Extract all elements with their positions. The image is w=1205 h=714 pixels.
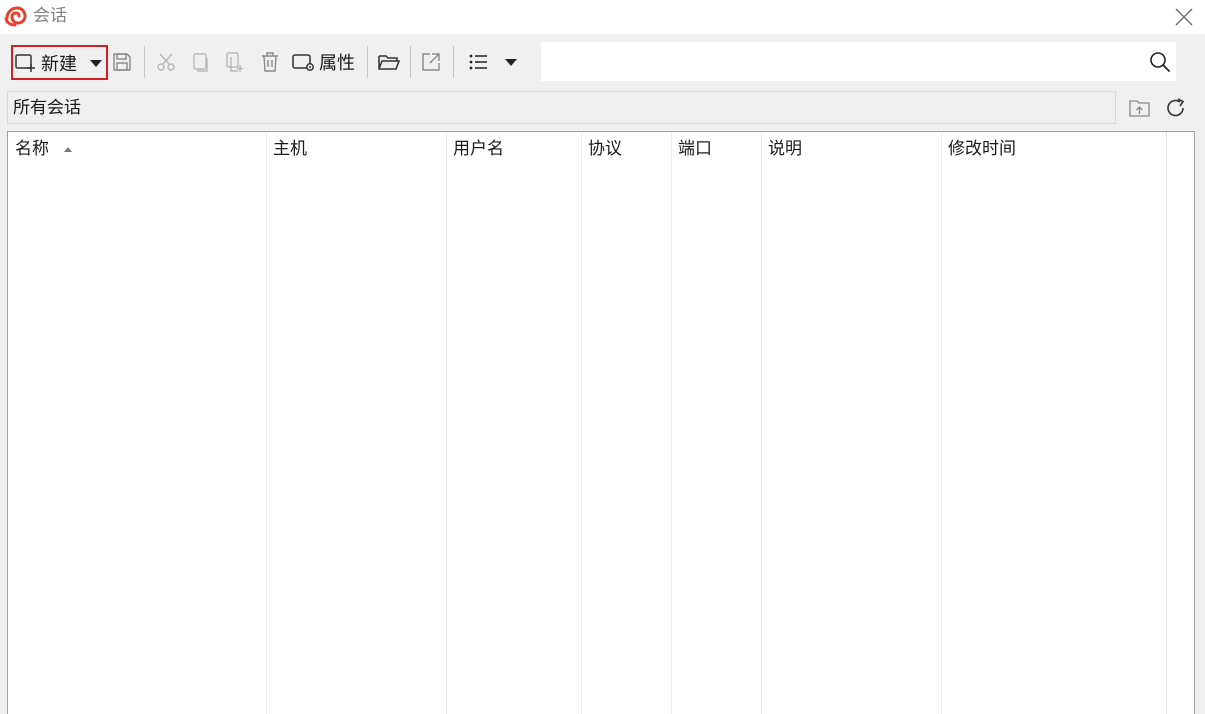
properties-icon (292, 54, 314, 71)
column-divider (446, 132, 447, 714)
copy-button[interactable] (186, 44, 214, 80)
refresh-icon[interactable] (1163, 95, 1189, 121)
view-mode-dropdown[interactable] (499, 44, 523, 80)
save-button[interactable] (108, 44, 136, 80)
toolbar-separator (144, 46, 145, 78)
column-header-port[interactable]: 端口 (678, 138, 712, 160)
cut-button[interactable] (152, 44, 180, 80)
path-bar[interactable]: 所有会话 (7, 91, 1116, 124)
column-header-description[interactable]: 说明 (768, 138, 802, 160)
column-header-name[interactable]: 名称 (15, 138, 49, 160)
toolbar-separator (410, 46, 411, 78)
export-button[interactable] (417, 44, 445, 80)
new-dropdown-icon[interactable] (87, 54, 105, 72)
view-mode-button[interactable] (463, 44, 493, 80)
folder-up-icon[interactable] (1127, 95, 1153, 121)
column-divider (581, 132, 582, 714)
paste-button[interactable] (221, 44, 249, 80)
list-view-icon (469, 54, 487, 70)
current-path: 所有会话 (13, 98, 81, 118)
window-title: 会话 (33, 6, 67, 26)
search-box (541, 42, 1176, 81)
delete-button[interactable] (256, 44, 284, 80)
column-header-modified-time[interactable]: 修改时间 (948, 138, 1016, 160)
chevron-down-icon (505, 59, 517, 66)
search-input[interactable] (547, 48, 1141, 76)
sort-ascending-icon (64, 147, 72, 152)
column-divider (1166, 132, 1167, 714)
export-icon (422, 53, 440, 71)
column-header-protocol[interactable]: 协议 (588, 138, 622, 160)
new-session-label: 新建 (41, 53, 77, 75)
column-header-host[interactable]: 主机 (273, 138, 307, 160)
close-icon[interactable] (1171, 4, 1197, 30)
column-divider (941, 132, 942, 714)
column-header-username[interactable]: 用户名 (453, 138, 504, 160)
properties-label: 属性 (319, 53, 355, 74)
properties-button[interactable]: 属性 (290, 44, 362, 80)
sessions-window: 会话 新建 属性 所有会话 名称 主机 用户名 协议 端口 说明 修改时间 (0, 0, 1205, 714)
save-icon (113, 53, 131, 71)
toolbar-separator (367, 46, 368, 78)
column-divider (671, 132, 672, 714)
trash-icon (262, 52, 278, 72)
cut-icon (157, 53, 175, 71)
app-logo-icon (4, 6, 27, 27)
column-divider (266, 132, 267, 714)
column-divider (761, 132, 762, 714)
copy-icon (193, 53, 208, 72)
paste-icon (226, 52, 243, 72)
folder-open-icon (378, 55, 401, 70)
session-table: 名称 主机 用户名 协议 端口 说明 修改时间 (7, 131, 1195, 714)
new-session-icon (15, 53, 35, 72)
new-session-button[interactable]: 新建 (11, 45, 108, 80)
toolbar-separator (453, 46, 454, 78)
search-icon[interactable] (1148, 50, 1172, 74)
toolbar: 新建 属性 (0, 40, 1205, 84)
open-folder-button[interactable] (374, 44, 404, 80)
title-bar: 会话 (0, 0, 1205, 34)
